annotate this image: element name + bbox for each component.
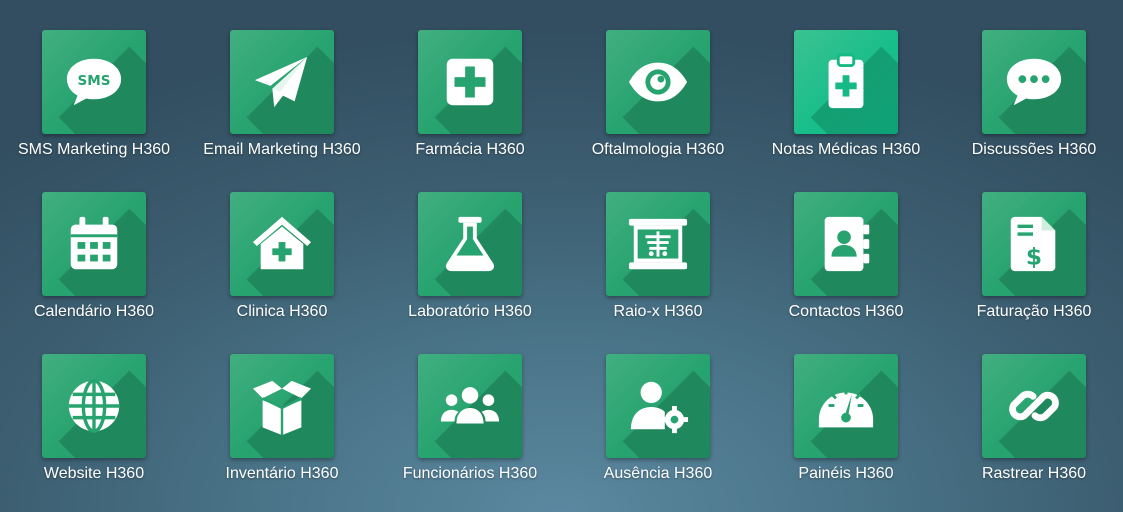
app-label[interactable]: Calendário H360 <box>34 303 154 321</box>
app-contactos[interactable]: Contactos H360 <box>752 192 940 354</box>
app-tile[interactable] <box>982 354 1086 458</box>
app-clinica[interactable]: Clinica H360 <box>188 192 376 354</box>
app-grid: SMS SMS Marketing H360 Email Marketing H… <box>0 30 1123 512</box>
app-tile[interactable] <box>606 354 710 458</box>
user-gear-icon <box>630 381 689 434</box>
app-discussoes[interactable]: Discussões H360 <box>940 30 1123 192</box>
app-label[interactable]: Funcionários H360 <box>403 465 537 483</box>
app-tile[interactable] <box>230 354 334 458</box>
app-tile[interactable] <box>42 192 146 296</box>
app-label[interactable]: Notas Médicas H360 <box>772 141 921 159</box>
app-label[interactable]: Clinica H360 <box>237 303 328 321</box>
app-tile[interactable] <box>230 30 334 134</box>
app-oftalmologia[interactable]: Oftalmologia H360 <box>564 30 752 192</box>
app-label[interactable]: Rastrear H360 <box>982 465 1086 483</box>
app-label[interactable]: Oftalmologia H360 <box>592 141 725 159</box>
app-ausencia[interactable]: Ausência H360 <box>564 354 752 512</box>
sms-text: SMS <box>78 73 111 89</box>
app-rastrear[interactable]: Rastrear H360 <box>940 354 1123 512</box>
clipboard-medical-icon <box>828 53 864 109</box>
app-tile[interactable] <box>794 30 898 134</box>
app-tile[interactable] <box>418 30 522 134</box>
app-label[interactable]: Ausência H360 <box>604 465 713 483</box>
svg-text:$: $ <box>1026 243 1042 270</box>
clinic-house-icon <box>252 216 312 270</box>
app-label[interactable]: Raio-x H360 <box>614 303 703 321</box>
app-funcionarios[interactable]: Funcionários H360 <box>376 354 564 512</box>
paper-plane-icon <box>254 56 308 108</box>
app-website[interactable]: Website H360 <box>0 354 188 512</box>
app-label[interactable]: Discussões H360 <box>972 141 1097 159</box>
app-tile[interactable] <box>230 192 334 296</box>
app-raio-x[interactable]: Raio-x H360 <box>564 192 752 354</box>
globe-icon <box>68 379 120 433</box>
app-notas-medicas[interactable]: Notas Médicas H360 <box>752 30 940 192</box>
app-tile[interactable] <box>794 192 898 296</box>
dashboard-gauge-icon <box>818 388 874 428</box>
app-laboratorio[interactable]: Laboratório H360 <box>376 192 564 354</box>
medical-cross-icon <box>446 58 494 106</box>
app-tile[interactable] <box>42 354 146 458</box>
app-tile[interactable]: SMS <box>42 30 146 134</box>
chat-bubble-icon <box>1006 58 1062 106</box>
app-inventario[interactable]: Inventário H360 <box>188 354 376 512</box>
app-tile[interactable] <box>418 354 522 458</box>
app-label[interactable]: Painéis H360 <box>798 465 893 483</box>
app-tile[interactable] <box>418 192 522 296</box>
invoice-dollar-icon: $ <box>1010 216 1056 272</box>
app-faturacao[interactable]: $ Faturação H360 <box>940 192 1123 354</box>
app-tile[interactable]: $ <box>982 192 1086 296</box>
app-label[interactable]: Inventário H360 <box>226 465 339 483</box>
app-label[interactable]: Farmácia H360 <box>415 141 524 159</box>
app-calendario[interactable]: Calendário H360 <box>0 192 188 354</box>
xray-screen-icon <box>628 218 688 270</box>
app-tile[interactable] <box>794 354 898 458</box>
lab-flask-icon <box>446 216 494 272</box>
app-email-marketing[interactable]: Email Marketing H360 <box>188 30 376 192</box>
calendar-icon <box>70 216 118 270</box>
app-tile[interactable] <box>606 30 710 134</box>
app-label[interactable]: Contactos H360 <box>789 303 904 321</box>
user-group-icon <box>440 387 500 424</box>
eye-icon <box>628 62 688 102</box>
link-icon <box>1009 390 1059 422</box>
app-sms-marketing[interactable]: SMS SMS Marketing H360 <box>0 30 188 192</box>
app-label[interactable]: Laboratório H360 <box>408 303 532 321</box>
app-label[interactable]: SMS Marketing H360 <box>18 141 170 159</box>
app-paineis[interactable]: Painéis H360 <box>752 354 940 512</box>
app-label[interactable]: Email Marketing H360 <box>203 141 360 159</box>
sms-bubble-icon: SMS <box>66 58 122 106</box>
app-tile[interactable] <box>982 30 1086 134</box>
address-book-icon <box>824 216 870 272</box>
app-farmacia[interactable]: Farmácia H360 <box>376 30 564 192</box>
app-label[interactable]: Website H360 <box>44 465 144 483</box>
app-label[interactable]: Faturação H360 <box>977 303 1092 321</box>
open-box-icon <box>252 380 312 436</box>
app-tile[interactable] <box>606 192 710 296</box>
